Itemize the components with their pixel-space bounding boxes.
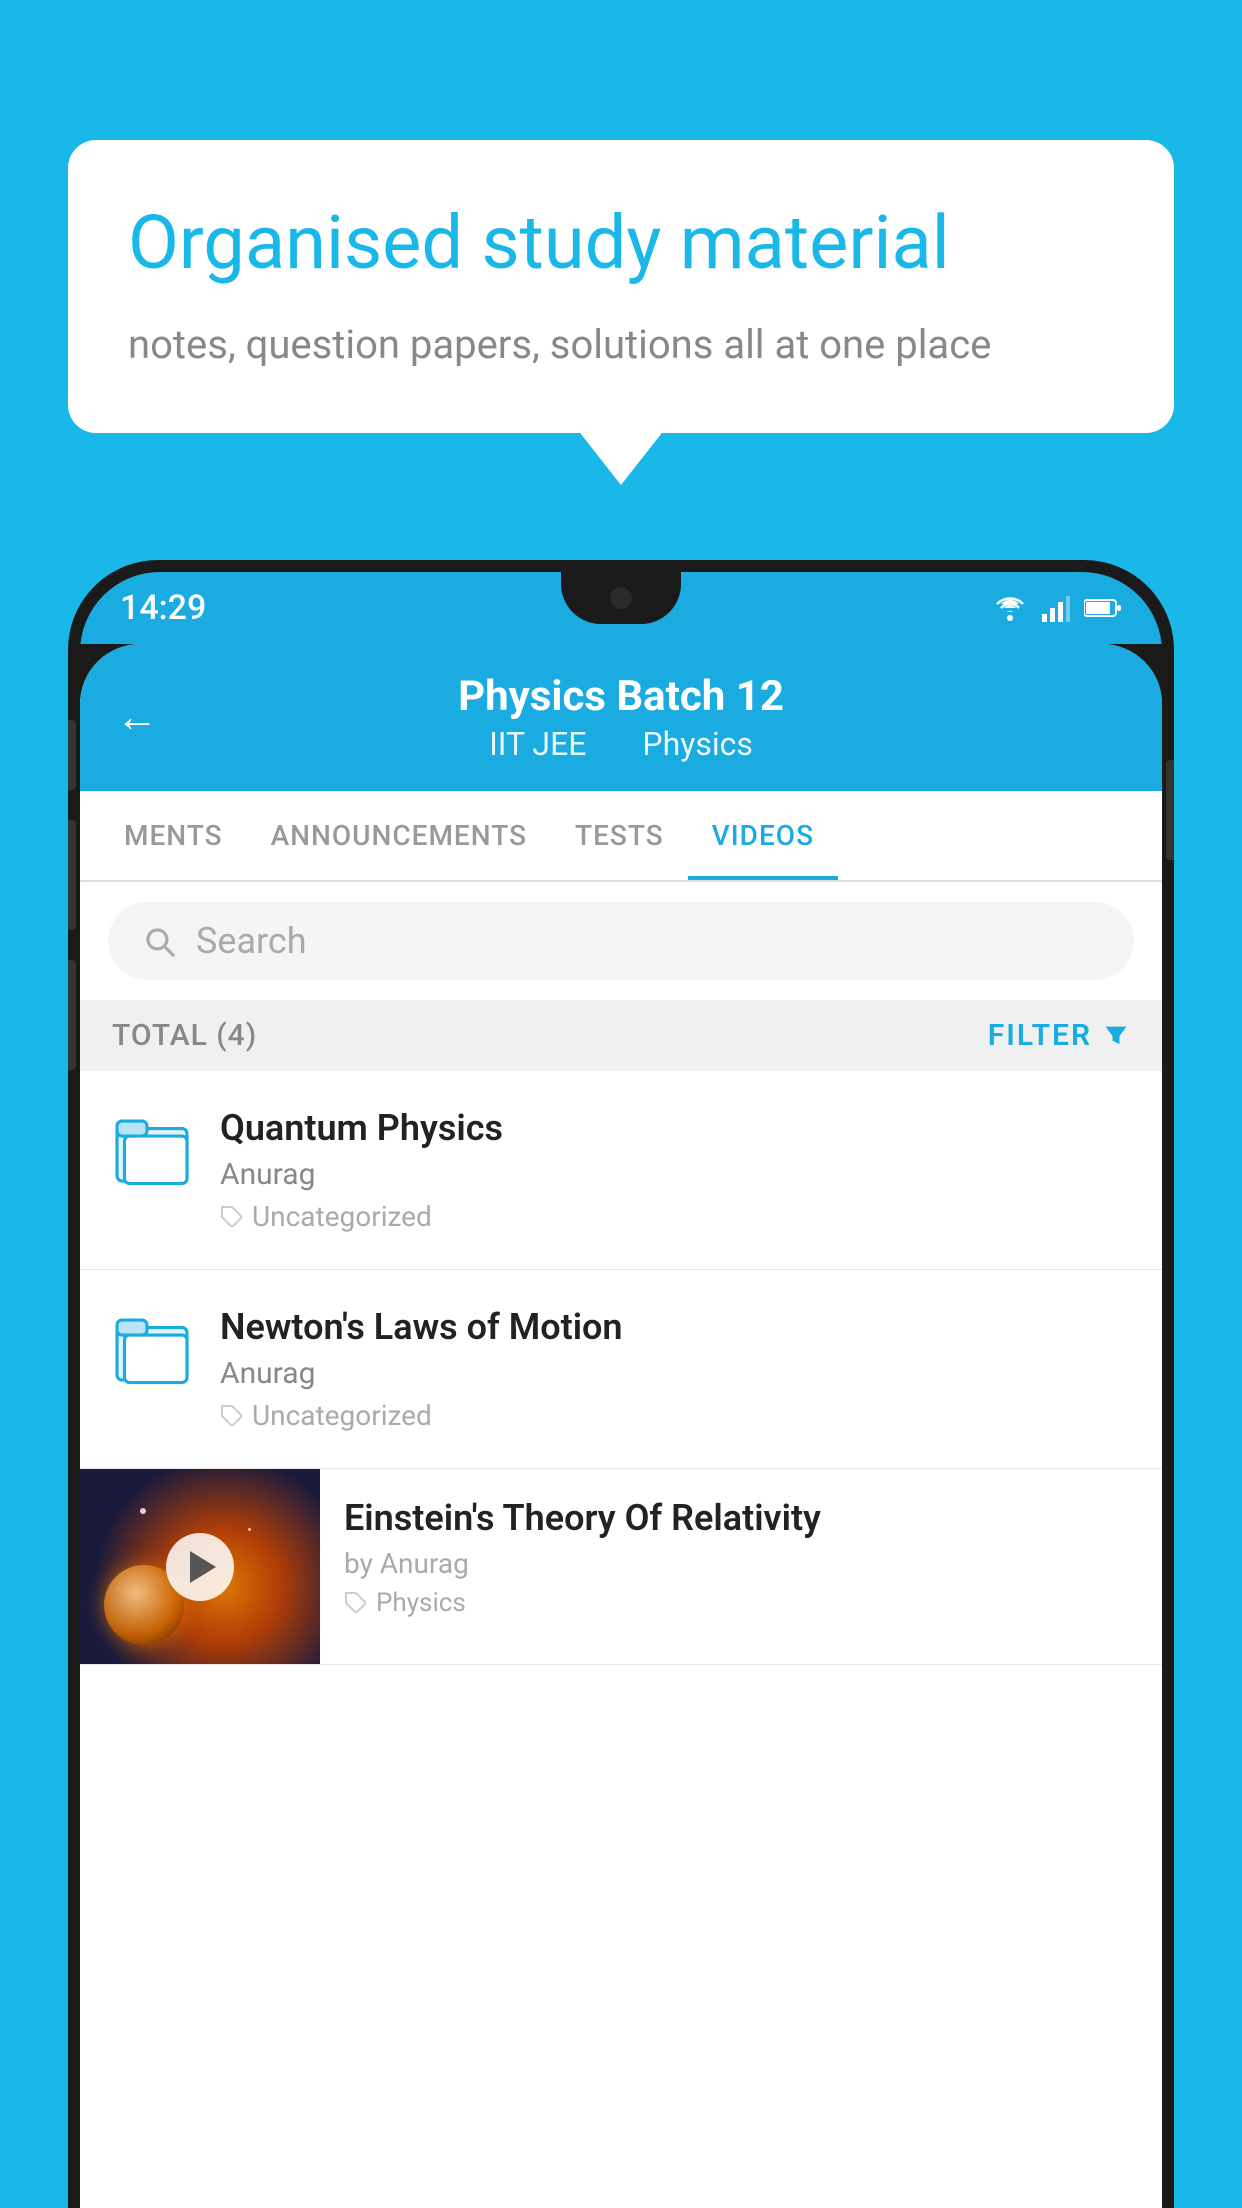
- camera: [610, 587, 632, 609]
- video-title: Quantum Physics: [220, 1107, 1130, 1149]
- tag-label: Uncategorized: [252, 1200, 432, 1233]
- bubble-subtitle: notes, question papers, solutions all at…: [128, 317, 1114, 373]
- header-subtitle: IIT JEE Physics: [458, 725, 784, 763]
- video-title: Newton's Laws of Motion: [220, 1306, 1130, 1348]
- search-icon: [140, 922, 178, 960]
- battery-icon: [1084, 598, 1122, 618]
- tag-icon: [220, 1404, 244, 1428]
- play-button[interactable]: [166, 1533, 234, 1601]
- folder-icon: [112, 1111, 192, 1191]
- wifi-icon: [992, 594, 1028, 622]
- phone-inner: 14:29: [80, 572, 1162, 2208]
- video-title: Einstein's Theory Of Relativity: [344, 1497, 1134, 1539]
- video-author: Anurag: [220, 1157, 1130, 1192]
- video-info: Quantum Physics Anurag Uncategorized: [220, 1107, 1130, 1233]
- video-author: by Anurag: [344, 1547, 1134, 1580]
- status-bar: 14:29: [80, 572, 1162, 644]
- video-info: Einstein's Theory Of Relativity by Anura…: [320, 1469, 1162, 1646]
- search-placeholder: Search: [196, 920, 307, 962]
- folder-icon: [112, 1310, 192, 1390]
- tag-icon: [344, 1591, 368, 1615]
- list-item[interactable]: Newton's Laws of Motion Anurag Uncategor…: [80, 1270, 1162, 1469]
- header-title: Physics Batch 12: [458, 672, 784, 721]
- tag-label: Physics: [376, 1588, 466, 1618]
- tab-videos[interactable]: VIDEOS: [688, 791, 838, 880]
- filter-bar: TOTAL (4) FILTER: [80, 1000, 1162, 1071]
- vol-mute-button: [68, 720, 76, 790]
- phone-frame: 14:29: [68, 560, 1174, 2208]
- header-subtitle-iitjee: IIT JEE: [489, 725, 586, 763]
- total-label: TOTAL (4): [112, 1018, 257, 1053]
- play-triangle-icon: [190, 1551, 216, 1583]
- tabs-bar: MENTS ANNOUNCEMENTS TESTS VIDEOS: [80, 791, 1162, 882]
- tab-ments[interactable]: MENTS: [100, 791, 247, 880]
- back-button[interactable]: ←: [116, 693, 158, 742]
- power-button: [1166, 760, 1174, 860]
- app-header: ← Physics Batch 12 IIT JEE Physics: [80, 644, 1162, 791]
- list-item[interactable]: Quantum Physics Anurag Uncategorized: [80, 1071, 1162, 1270]
- video-tag: Physics: [344, 1588, 1134, 1618]
- vol-down-button: [68, 960, 76, 1070]
- filter-icon: [1102, 1022, 1130, 1050]
- speech-bubble-container: Organised study material notes, question…: [68, 140, 1174, 433]
- filter-label: FILTER: [988, 1018, 1092, 1053]
- filter-button[interactable]: FILTER: [988, 1018, 1130, 1053]
- video-thumbnail: [80, 1469, 320, 1664]
- list-item[interactable]: Einstein's Theory Of Relativity by Anura…: [80, 1469, 1162, 1665]
- video-info: Newton's Laws of Motion Anurag Uncategor…: [220, 1306, 1130, 1432]
- tab-tests[interactable]: TESTS: [551, 791, 688, 880]
- search-bar[interactable]: Search: [108, 902, 1134, 980]
- vol-up-button: [68, 820, 76, 930]
- signal-icon: [1042, 594, 1070, 622]
- video-tag: Uncategorized: [220, 1399, 1130, 1432]
- search-bar-wrap: Search: [80, 882, 1162, 1000]
- video-tag: Uncategorized: [220, 1200, 1130, 1233]
- header-title-group: Physics Batch 12 IIT JEE Physics: [458, 672, 784, 763]
- tab-announcements[interactable]: ANNOUNCEMENTS: [247, 791, 551, 880]
- video-list: Quantum Physics Anurag Uncategorized: [80, 1071, 1162, 1665]
- video-author: Anurag: [220, 1356, 1130, 1391]
- notch: [561, 572, 681, 624]
- status-icons: [992, 594, 1122, 622]
- bubble-title: Organised study material: [128, 200, 1114, 289]
- speech-bubble: Organised study material notes, question…: [68, 140, 1174, 433]
- tag-icon: [220, 1205, 244, 1229]
- app-content: ← Physics Batch 12 IIT JEE Physics MENTS…: [80, 644, 1162, 2208]
- status-time: 14:29: [120, 588, 206, 628]
- tag-label: Uncategorized: [252, 1399, 432, 1432]
- header-subtitle-physics: Physics: [642, 725, 753, 763]
